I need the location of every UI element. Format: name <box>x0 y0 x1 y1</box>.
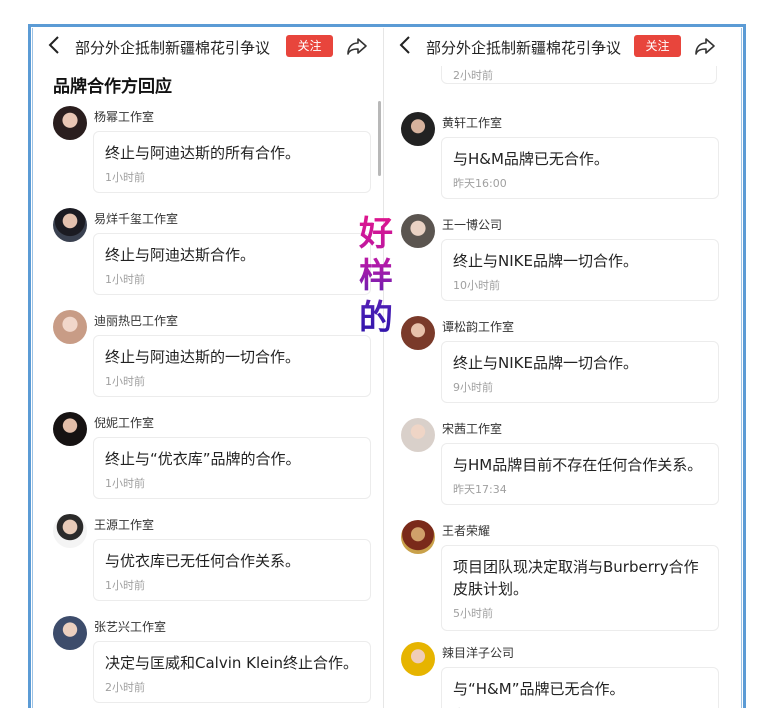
comment-card[interactable]: 与HM品牌目前不存在任何合作关系。昨天17:34 <box>441 443 719 505</box>
follow-button[interactable]: 关注 <box>634 35 681 57</box>
comment-text: 终止与“优衣库”品牌的合作。 <box>105 450 301 468</box>
comment-text: 终止与NIKE品牌一切合作。 <box>453 354 638 372</box>
scrollbar[interactable] <box>378 101 381 176</box>
comment-card[interactable]: 终止与NIKE品牌一切合作。 9小时前 <box>441 341 719 403</box>
comment-card[interactable]: 终止与阿迪达斯合作。 1小时前 <box>93 233 371 295</box>
avatar[interactable] <box>53 208 87 242</box>
section-heading: 品牌合作方回应 <box>53 77 172 97</box>
avatar[interactable] <box>401 112 435 146</box>
comment-time: 1小时前 <box>105 375 145 388</box>
comment-time: 5小时前 <box>453 607 493 620</box>
comment-text: 与优衣库已无任何合作关系。 <box>105 552 301 570</box>
top-nav-bar: 部分外企抵制新疆棉花引争议 关注 <box>33 28 383 66</box>
overlay-caption: 好 样 的 <box>356 213 396 339</box>
comment-text: 终止与阿迪达斯的一切合作。 <box>105 348 301 366</box>
avatar[interactable] <box>53 106 87 140</box>
comment-card[interactable]: 与“H&M”品牌已无合作。昨天19:11 <box>441 667 719 708</box>
avatar[interactable] <box>401 214 435 248</box>
comment-time: 10小时前 <box>453 279 500 292</box>
author-name[interactable]: 谭松韵工作室 <box>442 318 514 335</box>
comment-time: 1小时前 <box>105 273 145 286</box>
comment-card[interactable]: 终止与“优衣库”品牌的合作。 1小时前 <box>93 437 371 499</box>
right-phone-screen: 黄轩工作室与H&M品牌已无合作。昨天16:00 王一博公司终止与NIKE品牌一切合… <box>384 28 741 708</box>
back-arrow-icon[interactable] <box>47 35 61 60</box>
comment-text: 与H&M品牌已无合作。 <box>453 150 609 168</box>
share-icon[interactable] <box>346 36 368 56</box>
avatar[interactable] <box>401 418 435 452</box>
author-name[interactable]: 王源工作室 <box>94 516 154 533</box>
comment-time: 1小时前 <box>105 171 145 184</box>
author-name[interactable]: 杨幂工作室 <box>94 108 154 125</box>
comment-time: 昨天16:00 <box>453 177 507 190</box>
share-icon[interactable] <box>694 36 716 56</box>
comment-text: 终止与阿迪达斯的所有合作。 <box>105 144 301 162</box>
overlay-char: 的 <box>359 298 393 338</box>
author-name[interactable]: 张艺兴工作室 <box>94 618 166 635</box>
author-name[interactable]: 辣目洋子公司 <box>442 644 514 661</box>
author-name[interactable]: 王一博公司 <box>442 216 502 233</box>
author-name[interactable]: 黄轩工作室 <box>442 114 502 131</box>
avatar[interactable] <box>53 514 87 548</box>
avatar[interactable] <box>53 616 87 650</box>
article-title: 部分外企抵制新疆棉花引争议 <box>426 39 622 57</box>
avatar[interactable] <box>401 642 435 676</box>
author-name[interactable]: 迪丽热巴工作室 <box>94 312 178 329</box>
comment-time: 1小时前 <box>105 579 145 592</box>
overlay-char: 好 <box>359 214 393 254</box>
comment-card[interactable]: 与H&M品牌已无合作。昨天16:00 <box>441 137 719 199</box>
avatar[interactable] <box>53 310 87 344</box>
comment-time: 2小时前 <box>453 69 493 82</box>
comment-card[interactable]: 终止与阿迪达斯的一切合作。 1小时前 <box>93 335 371 397</box>
comment-text: 决定与匡威和Calvin Klein终止合作。 <box>105 654 359 672</box>
comment-time: 9小时前 <box>453 381 493 394</box>
avatar[interactable] <box>401 520 435 554</box>
comment-card[interactable]: 与优衣库已无任何合作关系。 1小时前 <box>93 539 371 601</box>
follow-button[interactable]: 关注 <box>286 35 333 57</box>
comment-card[interactable]: 终止与阿迪达斯的所有合作。 1小时前 <box>93 131 371 193</box>
comment-text: 项目团队现决定取消与Burberry合作皮肤计划。 <box>453 558 699 598</box>
comment-time: 1小时前 <box>105 477 145 490</box>
comment-card[interactable]: 决定与匡威和Calvin Klein终止合作。 2小时前 <box>93 641 371 703</box>
author-name[interactable]: 王者荣耀 <box>442 522 490 539</box>
left-phone-screen: 部分外企抵制新疆棉花引争议 关注 品牌合作方回应 杨幂工作室终止与阿迪达斯的所有… <box>33 28 383 708</box>
comment-text: 与HM品牌目前不存在任何合作关系。 <box>453 456 703 474</box>
top-nav-bar: 部分外企抵制新疆棉花引争议 关注 <box>384 28 741 66</box>
comment-text: 终止与NIKE品牌一切合作。 <box>453 252 638 270</box>
avatar[interactable] <box>401 316 435 350</box>
author-name[interactable]: 易烊千玺工作室 <box>94 210 178 227</box>
comment-card[interactable]: 终止与NIKE品牌一切合作。 10小时前 <box>441 239 719 301</box>
comment-card[interactable]: 项目团队现决定取消与Burberry合作皮肤计划。 5小时前 <box>441 545 719 631</box>
author-name[interactable]: 倪妮工作室 <box>94 414 154 431</box>
avatar[interactable] <box>53 412 87 446</box>
comment-text: 终止与阿迪达斯合作。 <box>105 246 256 264</box>
comment-time: 昨天17:34 <box>453 483 507 496</box>
back-arrow-icon[interactable] <box>398 35 412 60</box>
overlay-char: 样 <box>359 256 393 296</box>
author-name[interactable]: 宋茜工作室 <box>442 420 502 437</box>
comment-time: 2小时前 <box>105 681 145 694</box>
article-title: 部分外企抵制新疆棉花引争议 <box>75 39 271 57</box>
comment-text: 与“H&M”品牌已无合作。 <box>453 680 625 698</box>
